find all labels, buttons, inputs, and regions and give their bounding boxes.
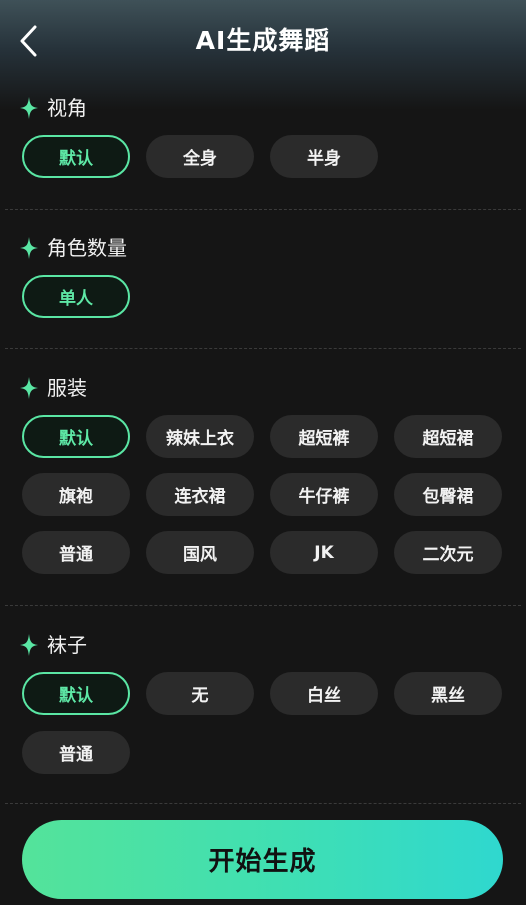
sparkle-icon	[20, 377, 38, 399]
socks-option-none[interactable]: 无	[146, 672, 254, 715]
outfit-option-mini-skirt[interactable]: 超短裙	[394, 415, 502, 458]
socks-option-white-stockings[interactable]: 白丝	[270, 672, 378, 715]
chip-label: 黑丝	[431, 686, 465, 706]
outfit-option-jeans[interactable]: 牛仔裤	[270, 473, 378, 516]
outfit-option-hot-pants[interactable]: 超短裤	[270, 415, 378, 458]
view-option-half-body[interactable]: 半身	[270, 135, 378, 178]
socks-option-default[interactable]: 默认	[22, 672, 130, 715]
view-option-default[interactable]: 默认	[22, 135, 130, 178]
section-socks-title: 袜子	[47, 633, 87, 657]
outfit-option-qipao[interactable]: 旗袍	[22, 473, 130, 516]
outfit-option-chinese-style[interactable]: 国风	[146, 531, 254, 574]
view-option-full-body[interactable]: 全身	[146, 135, 254, 178]
divider	[5, 605, 521, 606]
chip-label: 超短裙	[422, 429, 474, 449]
chip-label: 二次元	[422, 545, 474, 565]
chip-label: 单人	[59, 289, 93, 309]
section-count-title: 角色数量	[47, 236, 127, 260]
outfit-option-bodycon-skirt[interactable]: 包臀裙	[394, 473, 502, 516]
outfit-option-casual[interactable]: 普通	[22, 531, 130, 574]
sparkle-icon	[20, 634, 38, 656]
chip-label: 旗袍	[59, 487, 93, 507]
chip-label: 普通	[59, 745, 93, 765]
chip-label: 牛仔裤	[298, 487, 350, 507]
outfit-option-hot-top[interactable]: 辣妹上衣	[146, 415, 254, 458]
divider	[5, 803, 521, 804]
chip-label: 包臀裙	[422, 487, 474, 507]
section-view-header: 视角	[20, 94, 87, 122]
header-bar: AI生成舞蹈	[0, 0, 526, 84]
section-socks-header: 袜子	[20, 631, 87, 659]
chip-label: 连衣裙	[174, 487, 226, 507]
section-outfit-title: 服装	[47, 376, 87, 400]
start-generate-label: 开始生成	[208, 847, 317, 877]
chip-label: 普通	[59, 545, 93, 565]
chip-label: 默认	[59, 686, 93, 706]
divider	[5, 209, 521, 210]
outfit-option-anime[interactable]: 二次元	[394, 531, 502, 574]
socks-option-black-stockings[interactable]: 黑丝	[394, 672, 502, 715]
socks-option-normal[interactable]: 普通	[22, 731, 130, 774]
outfit-option-dress[interactable]: 连衣裙	[146, 473, 254, 516]
chip-label: 国风	[183, 545, 217, 565]
chip-label: 辣妹上衣	[166, 429, 234, 449]
chip-label: 默认	[59, 429, 93, 449]
sparkle-icon	[20, 97, 38, 119]
page-title: AI生成舞蹈	[195, 26, 331, 55]
chip-label: 白丝	[307, 686, 341, 706]
section-count-header: 角色数量	[20, 234, 127, 262]
count-option-single[interactable]: 单人	[22, 275, 130, 318]
chip-label: JK	[314, 542, 334, 563]
chip-label: 半身	[307, 149, 341, 169]
chip-label: 超短裤	[298, 429, 350, 449]
divider	[5, 348, 521, 349]
sparkle-icon	[20, 237, 38, 259]
chip-label: 全身	[183, 149, 217, 169]
outfit-option-jk[interactable]: JK	[270, 531, 378, 574]
section-outfit-header: 服装	[20, 374, 87, 402]
start-generate-button[interactable]: 开始生成	[22, 820, 503, 899]
chip-label: 无	[191, 686, 209, 706]
outfit-option-default[interactable]: 默认	[22, 415, 130, 458]
chip-label: 默认	[59, 149, 93, 169]
section-view-title: 视角	[47, 96, 87, 120]
